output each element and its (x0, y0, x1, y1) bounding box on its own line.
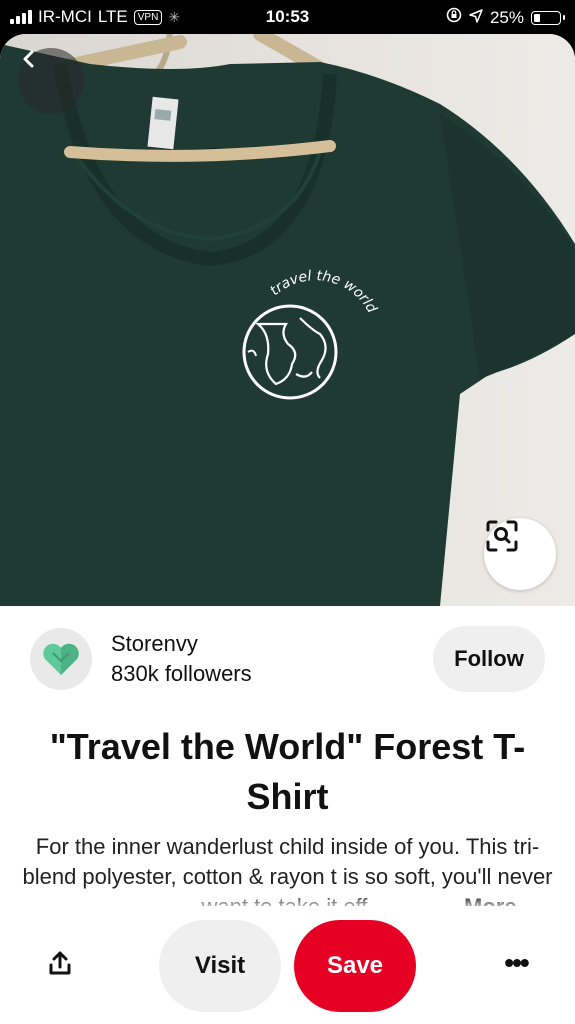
lens-search-icon (486, 520, 518, 552)
visual-search-button[interactable] (484, 518, 556, 590)
location-icon (469, 8, 483, 28)
status-right: 25% (446, 7, 565, 28)
creator-avatar[interactable] (30, 628, 92, 690)
share-icon (49, 951, 71, 975)
creator-name[interactable]: Storenvy (111, 631, 198, 657)
ellipsis-icon: ••• (504, 947, 529, 978)
save-button[interactable]: Save (294, 920, 416, 1012)
pin-title: "Travel the World" Forest T-Shirt (49, 726, 526, 817)
back-button[interactable] (18, 48, 84, 114)
status-bar: IR-MCI LTE VPN ✳ 10:53 25% (0, 0, 575, 34)
follow-button[interactable]: Follow (433, 626, 545, 692)
creator-row: Storenvy 830k followers Follow (0, 606, 575, 716)
pin-screen: travel the world Storenvy 830k followers… (0, 34, 575, 1024)
share-button[interactable] (40, 944, 80, 984)
battery-percent: 25% (489, 7, 524, 27)
rotation-lock-icon (446, 7, 462, 28)
more-options-button[interactable]: ••• (496, 947, 536, 978)
battery-icon (531, 10, 565, 25)
action-bar: Visit Save ••• (0, 906, 575, 1024)
visit-button[interactable]: Visit (159, 920, 281, 1012)
pin-image[interactable]: travel the world (0, 34, 575, 606)
creator-followers: 830k followers (111, 661, 252, 686)
heart-logo-icon (43, 643, 79, 675)
chevron-left-icon (23, 50, 34, 68)
